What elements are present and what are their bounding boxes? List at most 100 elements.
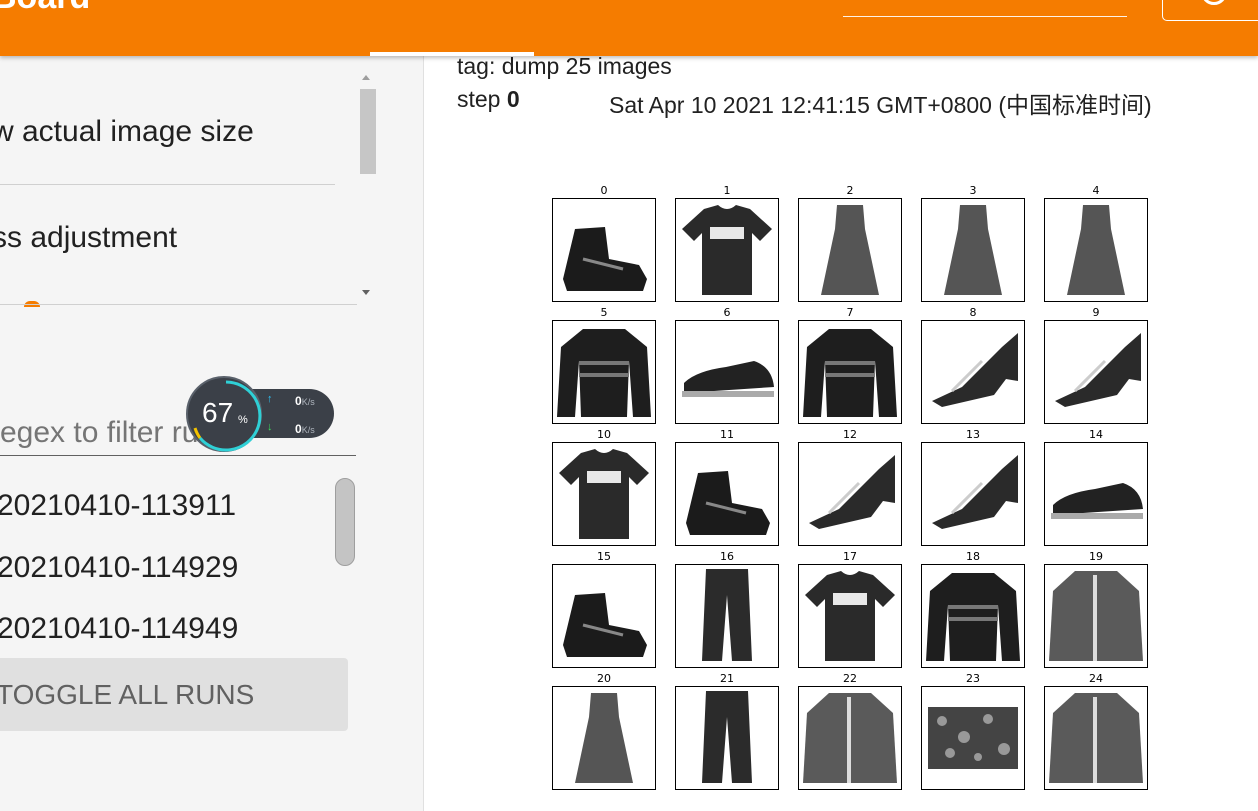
- sandal-icon: [1055, 333, 1141, 407]
- image-index-label: 11: [720, 428, 734, 441]
- download-speed: 0K/s: [295, 422, 315, 436]
- image-cell[interactable]: [1044, 442, 1148, 546]
- image-cell[interactable]: [1044, 320, 1148, 424]
- upload-speed-value: 0: [295, 394, 302, 408]
- image-cell[interactable]: [798, 564, 902, 668]
- image-cell[interactable]: [921, 564, 1025, 668]
- image-tag: tag: dump 25 images: [457, 53, 672, 79]
- image-cell[interactable]: [921, 198, 1025, 302]
- image-index-label: 15: [597, 550, 611, 563]
- image-cell[interactable]: [552, 564, 656, 668]
- upload-speed-unit: K/s: [301, 397, 315, 407]
- image-index-label: 14: [1089, 428, 1103, 441]
- ankle-boot-icon: [686, 471, 770, 535]
- download-arrow-icon: ↓: [267, 421, 273, 433]
- network-speed-widget[interactable]: 67 %: [186, 376, 336, 452]
- step-label: step: [457, 86, 501, 112]
- sneaker-icon: [1051, 483, 1143, 519]
- image-cell[interactable]: [552, 198, 656, 302]
- image-cell[interactable]: [798, 198, 902, 302]
- pullover-icon: [803, 329, 897, 417]
- sandal-icon: [932, 455, 1018, 529]
- runs-scrollbar-thumb[interactable]: [335, 478, 355, 566]
- bag-icon: [928, 707, 1018, 769]
- image-cell[interactable]: [798, 686, 902, 790]
- dress-icon: [575, 693, 633, 783]
- upload-arrow-icon: ↑: [267, 393, 273, 405]
- image-index-label: 9: [1092, 306, 1100, 319]
- image-index-label: 20: [597, 672, 611, 685]
- download-speed-value: 0: [295, 422, 302, 436]
- tshirt-icon: [559, 449, 649, 539]
- ankle-boot-icon: [563, 593, 647, 657]
- run-item[interactable]: 20210410-114949: [0, 612, 238, 646]
- dress-icon: [821, 205, 879, 295]
- memory-gauge: 67 %: [186, 376, 262, 452]
- pullover-icon: [926, 573, 1020, 661]
- image-cell[interactable]: [1044, 198, 1148, 302]
- image-index-label: 23: [966, 672, 980, 685]
- tshirt-icon: [682, 205, 772, 295]
- coat-icon: [1049, 693, 1143, 783]
- image-index-label: 1: [723, 184, 731, 197]
- help-icon: [1201, 0, 1227, 5]
- image-index-label: 10: [597, 428, 611, 441]
- active-tab-indicator: [370, 52, 534, 56]
- image-cell[interactable]: [675, 442, 779, 546]
- trouser-icon: [702, 569, 752, 661]
- image-timestamp: Sat Apr 10 2021 12:41:15 GMT+0800 (中国标准时…: [609, 92, 1152, 118]
- image-index-label: 8: [969, 306, 977, 319]
- image-index-label: 6: [723, 306, 731, 319]
- image-cell[interactable]: [552, 686, 656, 790]
- image-cell[interactable]: [1044, 564, 1148, 668]
- brightness-adjustment-option[interactable]: ss adjustment: [0, 221, 177, 255]
- run-item[interactable]: 20210410-114929: [0, 551, 238, 585]
- image-index-label: 12: [843, 428, 857, 441]
- ankle-boot-icon: [563, 227, 647, 291]
- image-index-label: 5: [600, 306, 608, 319]
- header-search-input[interactable]: [843, 0, 1127, 17]
- image-cell[interactable]: [675, 198, 779, 302]
- image-cell[interactable]: [921, 320, 1025, 424]
- show-actual-size-option[interactable]: w actual image size: [0, 115, 254, 149]
- image-index-label: 19: [1089, 550, 1103, 563]
- image-index-label: 21: [720, 672, 734, 685]
- image-cell[interactable]: [552, 320, 656, 424]
- image-cell[interactable]: [921, 686, 1025, 790]
- dress-icon: [1067, 205, 1125, 295]
- image-cell[interactable]: [1044, 686, 1148, 790]
- image-index-label: 3: [969, 184, 977, 197]
- step-indicator: step 0: [457, 86, 520, 113]
- image-index-label: 22: [843, 672, 857, 685]
- image-cell[interactable]: [675, 320, 779, 424]
- upload-speed: 0K/s: [295, 394, 315, 408]
- gauge-percent: 67: [202, 397, 234, 428]
- scroll-down-icon[interactable]: [362, 290, 370, 295]
- gauge-percent-unit: %: [238, 414, 248, 426]
- header-action-button[interactable]: [1162, 0, 1258, 21]
- step-value: 0: [506, 86, 520, 112]
- options-scrollbar-thumb[interactable]: [360, 89, 376, 174]
- image-cell[interactable]: [921, 442, 1025, 546]
- image-cell[interactable]: [675, 564, 779, 668]
- main-panel: tag: dump 25 images step 0 Sat Apr 10 20…: [424, 53, 1258, 811]
- option-divider: [0, 184, 335, 185]
- image-cell[interactable]: [552, 442, 656, 546]
- download-speed-unit: K/s: [301, 425, 315, 435]
- sandal-icon: [932, 333, 1018, 407]
- image-cell[interactable]: [798, 320, 902, 424]
- image-index-label: 0: [600, 184, 608, 197]
- coat-icon: [1049, 571, 1143, 661]
- app-header: Board: [0, 0, 1258, 56]
- image-index-label: 4: [1092, 184, 1100, 197]
- image-cell[interactable]: [798, 442, 902, 546]
- image-index-label: 24: [1089, 672, 1103, 685]
- run-item[interactable]: 20210410-113911: [0, 489, 236, 523]
- image-index-label: 16: [720, 550, 734, 563]
- image-index-label: 2: [846, 184, 854, 197]
- tshirt-icon: [805, 571, 895, 661]
- option-divider: [0, 304, 357, 305]
- toggle-all-runs-button[interactable]: TOGGLE ALL RUNS: [0, 658, 348, 731]
- image-cell[interactable]: [675, 686, 779, 790]
- scroll-up-icon[interactable]: [362, 75, 370, 80]
